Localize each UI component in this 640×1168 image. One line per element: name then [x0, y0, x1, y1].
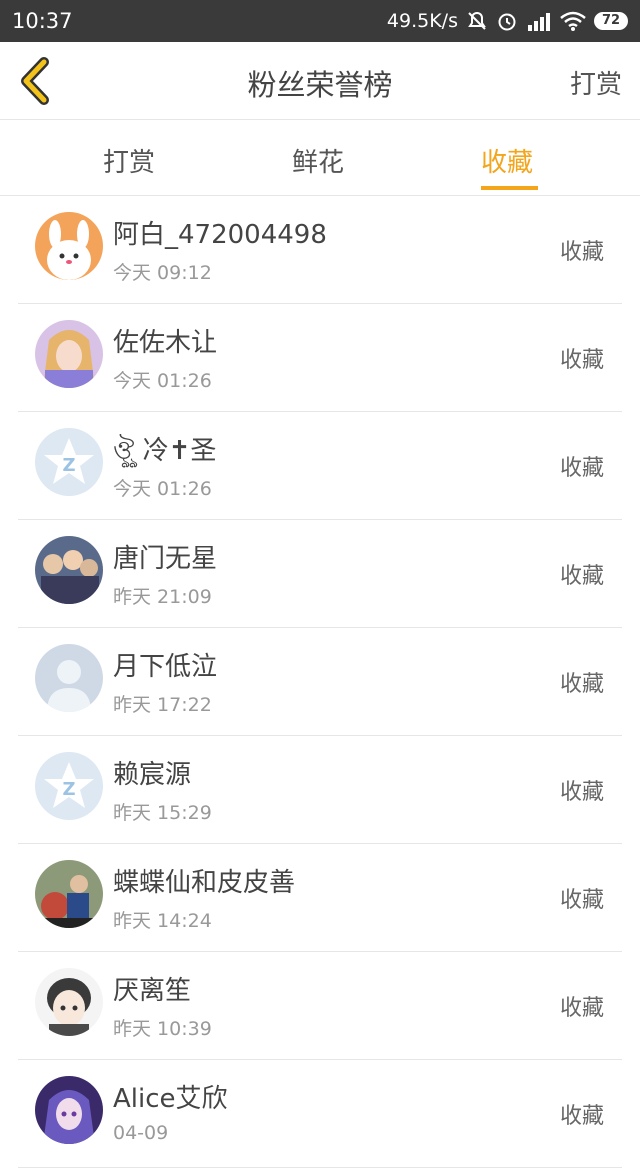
qq-default-avatar: Z [35, 752, 103, 820]
list-item[interactable]: 阿白_472004498 今天 09:12 收藏 [0, 196, 640, 304]
fan-time: 今天 01:26 [113, 478, 212, 500]
list-item[interactable]: 蝶蝶仙和皮皮善 昨天 14:24 收藏 [0, 844, 640, 952]
app-header: 粉丝荣誉榜 打赏 [0, 42, 640, 120]
tab-flower[interactable]: 鲜花 [292, 142, 344, 179]
battery-icon: 72 [594, 12, 628, 30]
list-item[interactable]: 佐佐木让 今天 01:26 收藏 [0, 304, 640, 412]
fan-name: Alice艾欣 [113, 1084, 228, 1114]
signal-icon [528, 13, 550, 31]
fan-list: 阿白_472004498 今天 09:12 收藏 佐佐木让 今天 01:26 收… [0, 196, 640, 1168]
fan-time: 昨天 14:24 [113, 910, 212, 932]
tab-active-indicator [481, 186, 538, 190]
fan-name: 月下低泣 [113, 652, 218, 682]
chibi-avatar [35, 968, 103, 1036]
bunny-avatar [35, 212, 103, 280]
default-person-avatar [35, 644, 103, 712]
mute-icon [468, 11, 486, 30]
anime-purple-avatar [35, 1076, 103, 1144]
fan-name: 阿白_472004498 [113, 220, 327, 250]
svg-text:Z: Z [62, 779, 75, 800]
fan-time: 04-09 [113, 1122, 169, 1144]
reward-button[interactable]: 打赏 [570, 64, 622, 101]
photo-avatar [35, 860, 103, 928]
fan-action-label: 收藏 [559, 996, 604, 1021]
fan-time: 昨天 15:29 [113, 802, 212, 824]
status-icons: 49.5K/s 72 [387, 10, 628, 32]
fan-action-label: 收藏 [559, 672, 604, 697]
svg-text:Z: Z [62, 455, 75, 476]
fan-name: 蝶蝶仙和皮皮善 [113, 868, 296, 898]
fan-time: 今天 01:26 [113, 370, 212, 392]
fan-name: 赖宸源 [113, 760, 192, 790]
fan-time: 昨天 10:39 [113, 1018, 212, 1040]
fan-action-label: 收藏 [559, 456, 604, 481]
wifi-icon [560, 11, 586, 31]
qq-default-avatar: Z [35, 428, 103, 496]
anime-group-avatar [35, 536, 103, 604]
alarm-icon [498, 13, 516, 31]
tab-collect[interactable]: 收藏 [481, 142, 533, 179]
fan-name: 佐佐木让 [113, 328, 218, 358]
fan-action-label: 收藏 [559, 348, 604, 373]
fan-name: 唐门无星 [113, 544, 218, 574]
list-item[interactable]: 厌离笙 昨天 10:39 收藏 [0, 952, 640, 1060]
list-item[interactable]: Z 赖宸源 昨天 15:29 收藏 [0, 736, 640, 844]
page-title: 粉丝荣誉榜 [247, 68, 393, 102]
tab-bar: 打赏 鲜花 收藏 [0, 120, 640, 196]
fan-name: ঔৣ 冷✝圣 [113, 436, 217, 466]
net-speed: 49.5K/s [386, 10, 458, 32]
list-item[interactable]: 月下低泣 昨天 17:22 收藏 [0, 628, 640, 736]
tab-reward[interactable]: 打赏 [103, 142, 155, 179]
fan-action-label: 收藏 [559, 240, 604, 265]
status-time: 10:37 [12, 9, 73, 33]
fan-name: 厌离笙 [113, 976, 192, 1006]
status-bar: 10:37 49.5K/s 72 [0, 0, 640, 42]
list-item[interactable]: Z ঔৣ 冷✝圣 今天 01:26 收藏 [0, 412, 640, 520]
fan-time: 今天 09:12 [113, 262, 212, 284]
fan-time: 昨天 17:22 [113, 694, 212, 716]
list-item[interactable]: 唐门无星 昨天 21:09 收藏 [0, 520, 640, 628]
fan-action-label: 收藏 [559, 1104, 604, 1129]
list-item[interactable]: Alice艾欣 04-09 收藏 [0, 1060, 640, 1168]
fan-action-label: 收藏 [559, 888, 604, 913]
fan-time: 昨天 21:09 [113, 586, 212, 608]
anime-girl-avatar [35, 320, 103, 388]
fan-action-label: 收藏 [559, 780, 604, 805]
fan-action-label: 收藏 [559, 564, 604, 589]
